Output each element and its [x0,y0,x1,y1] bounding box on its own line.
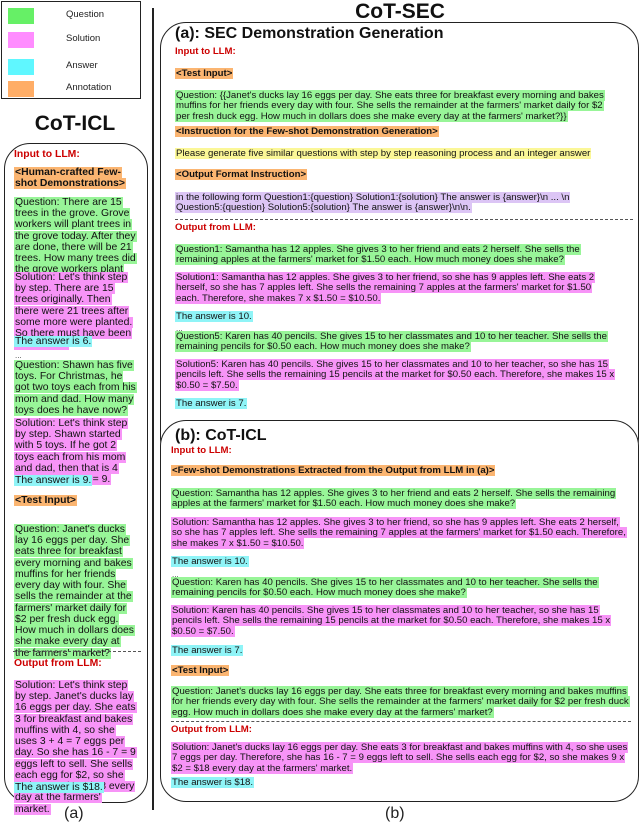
legend-label: Solution [66,33,101,44]
answer-text: The answer is 7. [175,398,248,409]
solution-text: Solution: Janet's ducks lay 16 eggs per … [171,742,629,774]
answer-text: The answer is 6. [14,336,93,347]
question-text: Question: {{Janet's ducks lay 16 eggs pe… [175,90,605,122]
solution-text: Solution5: Karen has 40 pencils. She giv… [175,359,616,391]
format-text: in the following form Question1:{questio… [175,192,571,214]
output-answer: The answer is $18. [171,777,611,788]
demo-solution5: Solution: Karen has 40 pencils. She give… [171,605,631,637]
question-text: Question: Janet's ducks lay 16 eggs per … [171,686,630,718]
instruction-text: Please generate five similar questions w… [175,148,615,159]
annotation-swatch [8,81,34,97]
question-swatch [8,8,34,24]
cot-icl-title: CoT-ICL [34,112,116,135]
answer-text: The answer is 10. [171,556,249,567]
annotation-text: <Human-crafted Few-shot Demonstrations> [14,167,126,190]
input-label: Input to LLM: [14,149,80,160]
answer-text: The answer is $18. [171,777,255,788]
solution5: Solution5: Karen has 40 pencils. She giv… [175,359,616,391]
annotation-text: <Few-shot Demonstrations Extracted from … [171,465,496,476]
cot-icl-sec-panel: (b): CoT-ICL Input to LLM: <Few-shot Dem… [160,420,639,802]
annotation-text: <Test Input> [175,68,234,79]
format-instruction: in the following form Question1:{questio… [175,192,615,214]
cot-sec-title: CoT-SEC [355,0,445,23]
demo-answer1: The answer is 10. [171,556,611,567]
demo-answer5: The answer is 7. [171,645,611,656]
output-answer: The answer is $18. [14,782,136,793]
solution-swatch [8,32,34,48]
output-label: Output from LLM: [14,658,102,669]
annotation-demos: <Human-crafted Few-shot Demonstrations> [14,167,136,190]
sec-generation-panel: (a): SEC Demonstration Generation Input … [160,22,639,464]
caption-a: (a) [64,805,84,822]
answer1: The answer is 10. [175,311,615,322]
question-text: Question: Shawn has five toys. For Chris… [14,360,137,416]
test-question: Question: Janet's ducks lay 16 eggs per … [171,686,631,718]
output-label: Output from LLM: [171,724,252,735]
question-text: Question1: Samantha has 12 apples. She g… [175,244,581,266]
question1: Question1: Samantha has 12 apples. She g… [175,244,615,266]
ellipsis: ... [15,351,22,360]
question-text: Question: Samantha has 12 apples. She gi… [171,488,617,510]
column-divider [152,8,154,810]
annotation-text: <Output Format Instruction> [175,169,308,180]
dashed-divider [13,651,141,652]
solution-text: Solution: Karen has 40 pencils. She give… [171,605,612,637]
dashed-divider [175,219,633,220]
annotation-test-input: <Test Input> [175,68,615,79]
answer5: The answer is 7. [175,398,615,409]
caption-b: (b) [385,805,405,822]
answer-text: The answer is 7. [171,645,244,656]
annotation-demos: <Few-shot Demonstrations Extracted from … [171,465,611,476]
test-question: Question: {{Janet's ducks lay 16 eggs pe… [175,90,615,122]
dashed-divider [171,721,631,722]
output-label: Output from LLM: [175,222,256,233]
legend-item-solution: Solution [8,32,136,48]
solution-text: Solution: Samantha has 12 apples. She gi… [171,517,627,549]
demo1-answer: The answer is 6. [14,336,136,347]
demo-question5: Question: Karen has 40 pencils. She give… [171,577,631,599]
annotation-test-input: <Test Input> [171,665,611,676]
demo-solution1: Solution: Samantha has 12 apples. She gi… [171,517,631,549]
panel-b-heading: (b): CoT-ICL [175,427,267,444]
solution1: Solution1: Samantha has 12 apples. She g… [175,272,615,304]
annotation-test-input: <Test Input> [14,495,136,506]
answer-text: The answer is 9. [14,475,93,486]
input-label: Input to LLM: [175,46,236,57]
output-solution: Solution: Let's think step by step. Jane… [14,680,137,815]
demo2-question: Question: Shawn has five toys. For Chris… [14,360,137,416]
legend: Question Solution Answer Annotation [1,1,141,99]
cot-icl-panel: Input to LLM: <Human-crafted Few-shot De… [4,143,148,815]
demo2-answer: The answer is 9. [14,475,136,486]
legend-label: Answer [66,60,98,71]
demo-question1: Question: Samantha has 12 apples. She gi… [171,488,631,510]
annotation-format: <Output Format Instruction> [175,169,615,180]
question-text: Question: Janet's ducks lay 16 eggs per … [14,524,135,659]
legend-item-question: Question [8,8,136,24]
answer-swatch [8,59,34,75]
annotation-text: <Instruction for the Few-shot Demonstrat… [175,126,439,137]
instruction: Please generate five similar questions w… [175,148,592,159]
answer-text: The answer is 10. [175,311,253,322]
legend-item-annotation: Annotation [8,81,136,97]
annotation-text: <Test Input> [171,665,230,676]
legend-label: Annotation [66,82,112,93]
question-text: Question5: Karen has 40 pencils. She giv… [175,331,608,353]
test-question: Question: Janet's ducks lay 16 eggs per … [14,524,136,659]
answer-text: The answer is $18. [14,782,104,793]
solution-text: Solution1: Samantha has 12 apples. She g… [175,272,596,304]
output-solution: Solution: Janet's ducks lay 16 eggs per … [171,742,631,774]
question-text: Question: Karen has 40 pencils. She give… [171,577,599,599]
annotation-text: <Test Input> [14,495,78,506]
annotation-instruction: <Instruction for the Few-shot Demonstrat… [175,126,615,137]
legend-label: Question [66,9,105,20]
input-label: Input to LLM: [171,445,232,456]
solution-text: Solution: Let's think step by step. Jane… [14,680,137,815]
panel-a-heading: (a): SEC Demonstration Generation [175,25,444,42]
legend-item-answer: Answer [8,59,136,75]
question5: Question5: Karen has 40 pencils. She giv… [175,331,615,353]
